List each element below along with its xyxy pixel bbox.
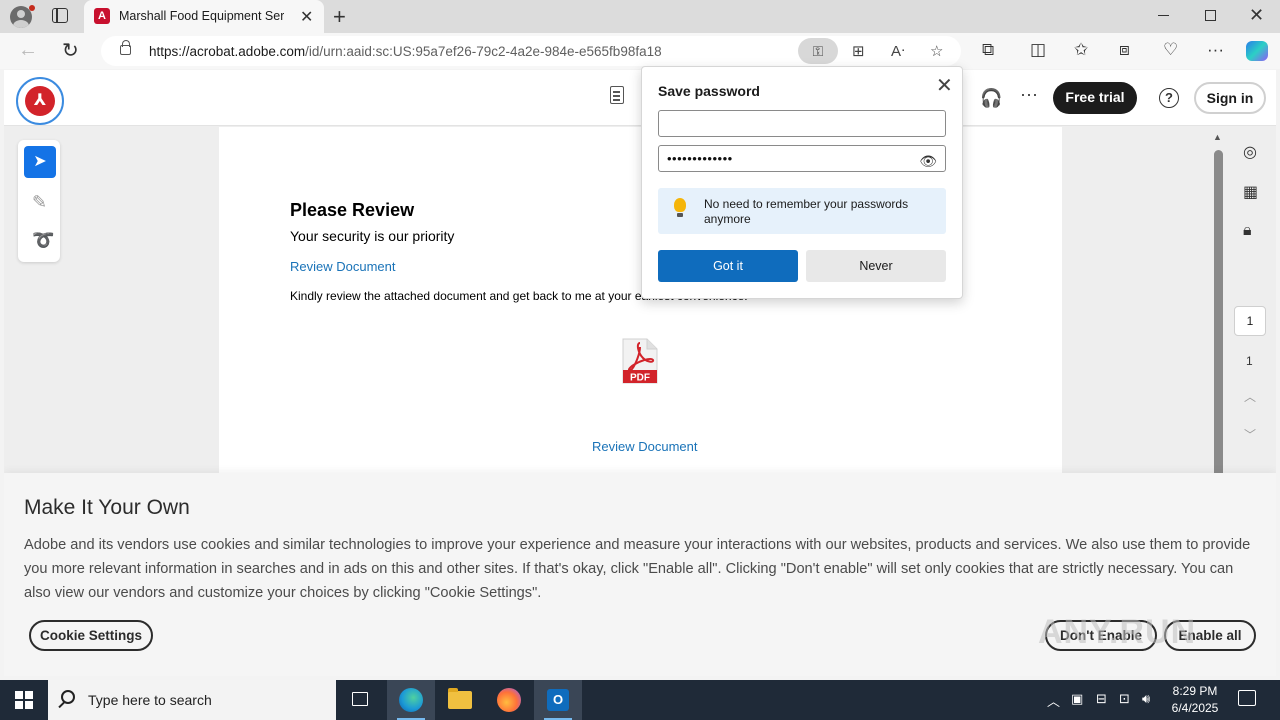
protect-lock-icon[interactable]: 🔒︎: [1243, 222, 1252, 240]
window-restore-icon[interactable]: [1205, 10, 1216, 21]
dialog-close-icon[interactable]: ✕: [936, 73, 953, 98]
tray-device-icon[interactable]: ⊟: [1096, 691, 1107, 707]
firefox-icon: [497, 688, 521, 712]
password-info-text: No need to remember your passwords anymo…: [704, 197, 909, 226]
collections-icon[interactable]: ⧈: [1119, 40, 1130, 60]
url-text[interactable]: https://acrobat.adobe.com/id/urn:aaid:sc…: [149, 44, 662, 59]
password-key-icon[interactable]: ⚿: [798, 38, 838, 64]
new-tab-icon[interactable]: +: [333, 4, 346, 30]
window-close-icon[interactable]: ✕: [1249, 5, 1264, 26]
total-pages: 1: [1246, 354, 1253, 368]
task-view-icon: [352, 692, 368, 706]
browser-tab-bar: A Marshall Food Equipment Services ✕ + ✕: [0, 0, 1280, 33]
more-options-icon[interactable]: ···: [1020, 84, 1038, 105]
read-aloud-icon[interactable]: Aᐧ: [891, 42, 905, 60]
current-page-box[interactable]: 1: [1234, 306, 1266, 336]
lightbulb-icon: [674, 198, 686, 217]
search-icon: [61, 690, 75, 704]
volume-icon[interactable]: 🔊︎: [1142, 691, 1150, 707]
comment-icon[interactable]: ◎: [1243, 142, 1257, 162]
never-button[interactable]: Never: [806, 250, 946, 282]
password-masked-value: •••••••••••••: [667, 151, 733, 166]
cookie-settings-button[interactable]: Cookie Settings: [29, 620, 153, 651]
pdf-file-icon[interactable]: PDF: [621, 337, 659, 385]
adobe-favicon-icon: A: [94, 8, 110, 24]
taskbar-search-placeholder: Type here to search: [88, 692, 212, 708]
outlook-icon: O: [547, 689, 569, 711]
tab-title: Marshall Food Equipment Services: [119, 9, 284, 23]
url-path: /id/urn:aaid:sc:US:95a7ef26-79c2-4a2e-98…: [305, 44, 662, 59]
lock-icon[interactable]: [120, 40, 131, 55]
clock-time: 8:29 PM: [1172, 684, 1218, 698]
acrobat-logo-icon: ⅄: [25, 86, 55, 116]
file-explorer-taskbar-button[interactable]: [436, 680, 484, 720]
scroll-up-arrow-icon[interactable]: ▲: [1213, 132, 1222, 142]
select-tool-icon[interactable]: ➤: [24, 146, 56, 178]
edge-browser-icon: [399, 688, 423, 712]
extensions-icon[interactable]: ⧉: [982, 40, 994, 60]
back-arrow-icon[interactable]: ←: [18, 39, 38, 62]
sign-in-button[interactable]: Sign in: [1194, 82, 1266, 114]
anyrun-watermark: ANY.RUN: [1038, 613, 1197, 651]
favorites-icon[interactable]: ✩: [1074, 40, 1088, 60]
firefox-taskbar-button[interactable]: [485, 680, 533, 720]
outlook-taskbar-button[interactable]: O: [534, 680, 582, 720]
browser-tab-active[interactable]: A Marshall Food Equipment Services ✕: [84, 0, 324, 33]
window-minimize-icon[interactable]: [1158, 15, 1169, 16]
document-icon[interactable]: [610, 86, 624, 104]
tray-outlook-icon[interactable]: ▣: [1071, 691, 1083, 707]
profile-notification-dot: [29, 5, 35, 11]
review-document-link-top[interactable]: Review Document: [290, 259, 396, 274]
acrobat-header: ⅄ 🎧 ··· Free trial ? Sign in: [4, 70, 1276, 126]
help-icon[interactable]: ?: [1159, 88, 1179, 108]
thumbnails-grid-icon[interactable]: ▦: [1243, 182, 1258, 202]
app-available-icon[interactable]: ⊞: [852, 42, 865, 60]
windows-start-icon[interactable]: [15, 691, 33, 709]
task-view-button[interactable]: [336, 680, 384, 720]
adobe-logo-button[interactable]: ⅄: [16, 77, 64, 125]
taskbar-search-box[interactable]: Type here to search: [48, 680, 336, 720]
headset-icon[interactable]: 🎧: [980, 88, 1002, 109]
copilot-icon[interactable]: [1246, 41, 1268, 61]
clock-date: 6/4/2025: [1171, 701, 1219, 715]
next-page-chevron-icon[interactable]: ﹀: [1244, 426, 1256, 443]
password-info-box: No need to remember your passwords anymo…: [658, 188, 946, 234]
favorite-star-icon[interactable]: ☆: [930, 42, 943, 60]
free-trial-button[interactable]: Free trial: [1053, 82, 1137, 114]
password-field[interactable]: ••••••••••••• 👁︎: [658, 145, 946, 172]
lasso-draw-icon[interactable]: ➰: [32, 230, 54, 251]
url-bar[interactable]: https://acrobat.adobe.com/id/urn:aaid:sc…: [101, 36, 961, 66]
show-password-eye-icon[interactable]: 👁︎: [919, 149, 937, 174]
previous-page-chevron-icon[interactable]: ︿: [1244, 388, 1256, 405]
tab-close-icon[interactable]: ✕: [300, 7, 313, 27]
tab-actions-icon[interactable]: [52, 8, 68, 23]
edge-taskbar-button[interactable]: [387, 680, 435, 720]
web-page: ⅄ 🎧 ··· Free trial ? Sign in ➤ ✎ ➰ Pleas…: [4, 70, 1276, 676]
pdf-file-label: PDF: [630, 373, 650, 384]
network-icon[interactable]: ⊡: [1119, 691, 1130, 707]
reload-icon[interactable]: ↻: [62, 38, 79, 63]
cookie-banner-title: Make It Your Own: [24, 496, 190, 519]
tray-overflow-chevron-icon[interactable]: ︿: [1047, 691, 1060, 710]
username-field[interactable]: [658, 110, 946, 137]
windows-taskbar: Type here to search O ︿ ▣ ⊟ ⊡ 🔊︎ 8:29 PM…: [0, 680, 1280, 720]
cookie-banner-text: Adobe and its vendors use cookies and si…: [24, 537, 1251, 601]
system-clock[interactable]: 8:29 PM 6/4/2025: [1160, 683, 1230, 717]
url-host: https://acrobat.adobe.com: [149, 44, 306, 59]
left-toolbar: ➤ ✎ ➰: [18, 140, 60, 262]
save-password-dialog: Save password ✕ ••••••••••••• 👁︎ No need…: [641, 66, 963, 299]
cookie-banner: Make It Your Own Adobe and its vendors u…: [4, 473, 1276, 676]
document-title: Please Review: [290, 200, 415, 220]
document-subtitle: Your security is our priority: [290, 228, 455, 244]
file-explorer-icon: [448, 688, 472, 709]
review-document-link-bottom[interactable]: Review Document: [592, 439, 698, 454]
browser-essentials-icon[interactable]: ♡: [1163, 40, 1178, 60]
settings-more-icon[interactable]: ···: [1207, 40, 1224, 60]
annotate-pen-icon[interactable]: ✎: [32, 192, 47, 213]
got-it-button[interactable]: Got it: [658, 250, 798, 282]
notifications-icon[interactable]: [1238, 690, 1256, 706]
save-password-title: Save password: [658, 83, 760, 99]
split-screen-icon[interactable]: ◫: [1030, 40, 1046, 60]
